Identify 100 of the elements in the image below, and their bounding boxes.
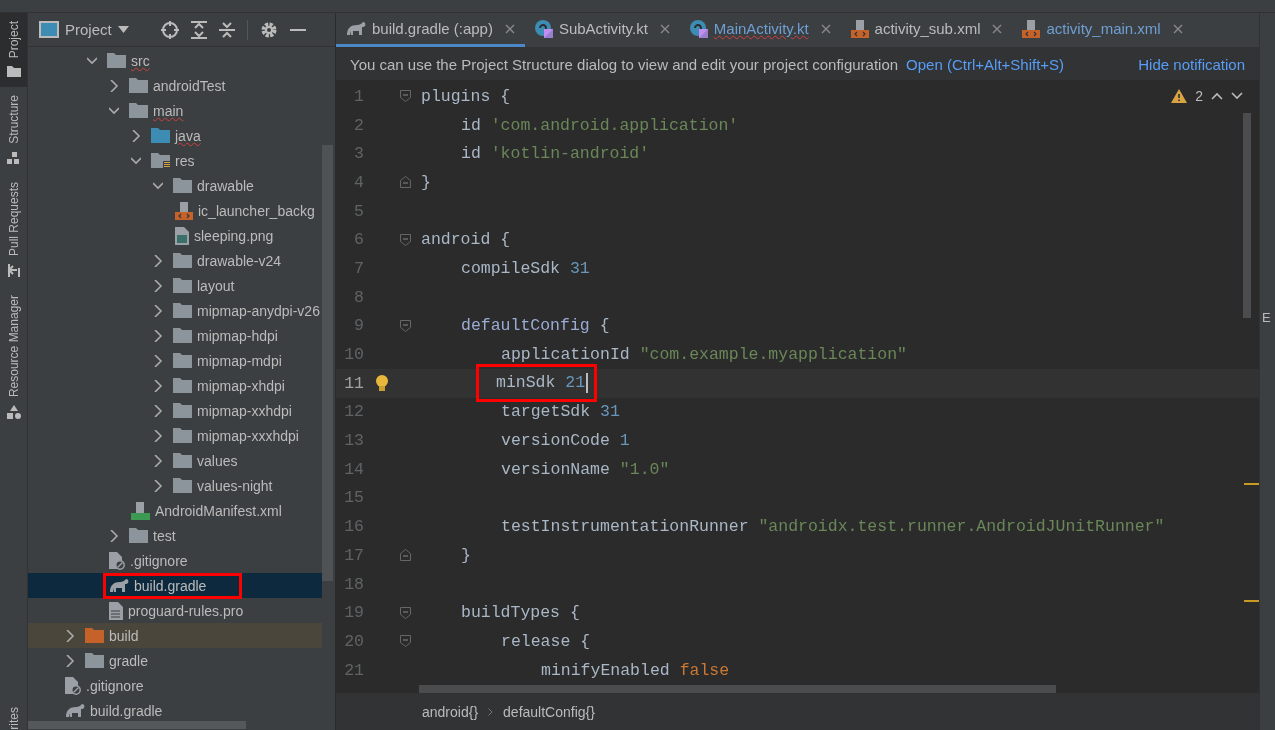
chevron-icon[interactable] xyxy=(131,154,141,167)
line-number: 16 xyxy=(343,517,364,537)
expand-all-icon[interactable] xyxy=(190,20,207,39)
close-icon[interactable] xyxy=(659,23,670,34)
lightbulb-icon[interactable] xyxy=(376,374,388,392)
close-icon[interactable] xyxy=(992,23,1003,34)
chevron-icon[interactable] xyxy=(65,629,75,642)
tree-item[interactable]: .gitignore xyxy=(109,551,188,570)
tree-item[interactable]: java xyxy=(151,126,201,145)
tree-item[interactable]: .gitignore xyxy=(65,676,144,695)
code-line: id 'com.android.application' xyxy=(460,114,740,137)
tree-item[interactable]: test xyxy=(129,526,176,545)
fold-icon[interactable] xyxy=(400,319,411,332)
warning-icon[interactable] xyxy=(1171,89,1188,103)
tree-item[interactable]: sleeping.png xyxy=(175,226,274,245)
kotlin-class-icon xyxy=(534,19,553,38)
kotlin-class-icon xyxy=(689,19,708,38)
chevron-icon[interactable] xyxy=(153,404,163,417)
tree-item[interactable]: res xyxy=(151,151,195,170)
chevron-icon[interactable] xyxy=(153,479,163,492)
editor-tab[interactable]: SubActivity.kt xyxy=(524,13,680,47)
settings-icon[interactable] xyxy=(259,20,278,39)
chevron-icon[interactable] xyxy=(153,329,163,342)
collapse-all-icon[interactable] xyxy=(218,20,235,39)
tree-item[interactable]: mipmap-anydpi-v26 xyxy=(173,301,320,320)
close-icon[interactable] xyxy=(820,23,831,34)
tool-window-tab[interactable]: Resource Manager xyxy=(0,287,27,430)
chevron-down-icon[interactable] xyxy=(1231,92,1243,100)
code-line: testInstrumentationRunner "androidx.test.runner.AndroidJUnitRunner" xyxy=(500,516,1166,539)
tree-item[interactable]: layout xyxy=(173,276,235,295)
tree-item[interactable]: mipmap-xhdpi xyxy=(173,376,285,395)
tree-item[interactable]: mipmap-hdpi xyxy=(173,326,278,345)
breadcrumb[interactable]: defaultConfig{} xyxy=(503,704,595,720)
chevron-icon[interactable] xyxy=(65,654,75,667)
project-view-dropdown[interactable]: Project xyxy=(39,21,129,38)
tool-window-tab[interactable]: Structure xyxy=(0,87,27,175)
tree-item[interactable]: AndroidManifest.xml xyxy=(131,501,282,520)
editor-tab[interactable]: activity_main.xml xyxy=(1012,13,1193,47)
scrollbar[interactable] xyxy=(1243,113,1251,318)
tree-item[interactable]: mipmap-mdpi xyxy=(173,351,282,370)
chevron-icon[interactable] xyxy=(153,279,163,292)
warning-marker[interactable] xyxy=(1244,483,1259,485)
tree-item[interactable]: main xyxy=(129,101,184,120)
chevron-icon[interactable] xyxy=(153,254,163,267)
fold-icon[interactable] xyxy=(400,635,411,648)
tree-item[interactable]: androidTest xyxy=(129,76,226,95)
tree-item[interactable]: mipmap-xxxhdpi xyxy=(173,426,299,445)
fold-icon[interactable] xyxy=(400,549,411,562)
fold-icon[interactable] xyxy=(400,176,411,189)
chevron-up-icon[interactable] xyxy=(1211,92,1223,100)
scrollbar[interactable] xyxy=(419,685,1056,693)
tree-item[interactable]: proguard-rules.pro xyxy=(109,601,244,620)
scrollbar[interactable] xyxy=(28,721,246,729)
hide-notification-link[interactable]: Hide notification xyxy=(1138,55,1245,73)
chevron-icon[interactable] xyxy=(153,354,163,367)
warning-count: 2 xyxy=(1195,88,1203,104)
code-line: applicationId "com.example.myapplication" xyxy=(500,344,908,367)
tool-window-tab[interactable]: rites xyxy=(6,705,21,730)
tool-window-tab[interactable]: Pull Requests xyxy=(0,174,27,288)
chevron-icon[interactable] xyxy=(87,54,97,67)
folder-icon xyxy=(173,453,192,468)
tree-item[interactable]: ic_launcher_backg xyxy=(175,201,315,220)
tree-item[interactable]: drawable xyxy=(173,176,254,195)
close-icon[interactable] xyxy=(1172,23,1183,34)
manifest-file-icon xyxy=(131,501,150,520)
tree-item[interactable]: drawable-v24 xyxy=(173,251,282,270)
tree-item[interactable]: gradle xyxy=(85,651,148,670)
line-number: 3 xyxy=(353,144,364,164)
breadcrumb[interactable]: android{} xyxy=(422,704,479,720)
fold-icon[interactable] xyxy=(400,90,411,103)
tool-window-tab[interactable]: Project xyxy=(0,13,27,88)
chevron-icon[interactable] xyxy=(109,529,119,542)
tree-item[interactable]: values xyxy=(173,451,238,470)
chevron-icon[interactable] xyxy=(153,429,163,442)
tree-item[interactable]: build xyxy=(85,626,139,645)
scrollbar[interactable] xyxy=(322,145,333,581)
tree-item[interactable]: values-night xyxy=(173,476,273,495)
line-number: 9 xyxy=(353,316,364,336)
warning-marker[interactable] xyxy=(1244,600,1259,602)
chevron-icon[interactable] xyxy=(153,454,163,467)
code-line: release { xyxy=(500,630,592,653)
open-link[interactable]: Open (Ctrl+Alt+Shift+S) xyxy=(906,55,1065,73)
crosshair-icon[interactable] xyxy=(160,20,179,39)
fold-icon[interactable] xyxy=(400,233,411,246)
tree-item[interactable]: mipmap-xxhdpi xyxy=(173,401,292,420)
chevron-icon[interactable] xyxy=(109,79,119,92)
chevron-icon[interactable] xyxy=(109,104,119,117)
close-icon[interactable] xyxy=(504,23,515,34)
line-number: 6 xyxy=(353,230,364,250)
folder-icon xyxy=(6,66,21,78)
tree-item[interactable]: src xyxy=(107,51,150,70)
chevron-icon[interactable] xyxy=(153,379,163,392)
chevron-icon[interactable] xyxy=(153,179,163,192)
chevron-icon[interactable] xyxy=(131,129,141,142)
tree-item[interactable]: build.gradle xyxy=(65,701,163,720)
editor-tab[interactable]: MainActivity.kt xyxy=(679,13,841,47)
chevron-icon[interactable] xyxy=(153,304,163,317)
side-tab[interactable]: E xyxy=(1260,310,1275,325)
editor-tab[interactable]: activity_sub.xml xyxy=(840,13,1013,47)
fold-icon[interactable] xyxy=(400,606,411,619)
